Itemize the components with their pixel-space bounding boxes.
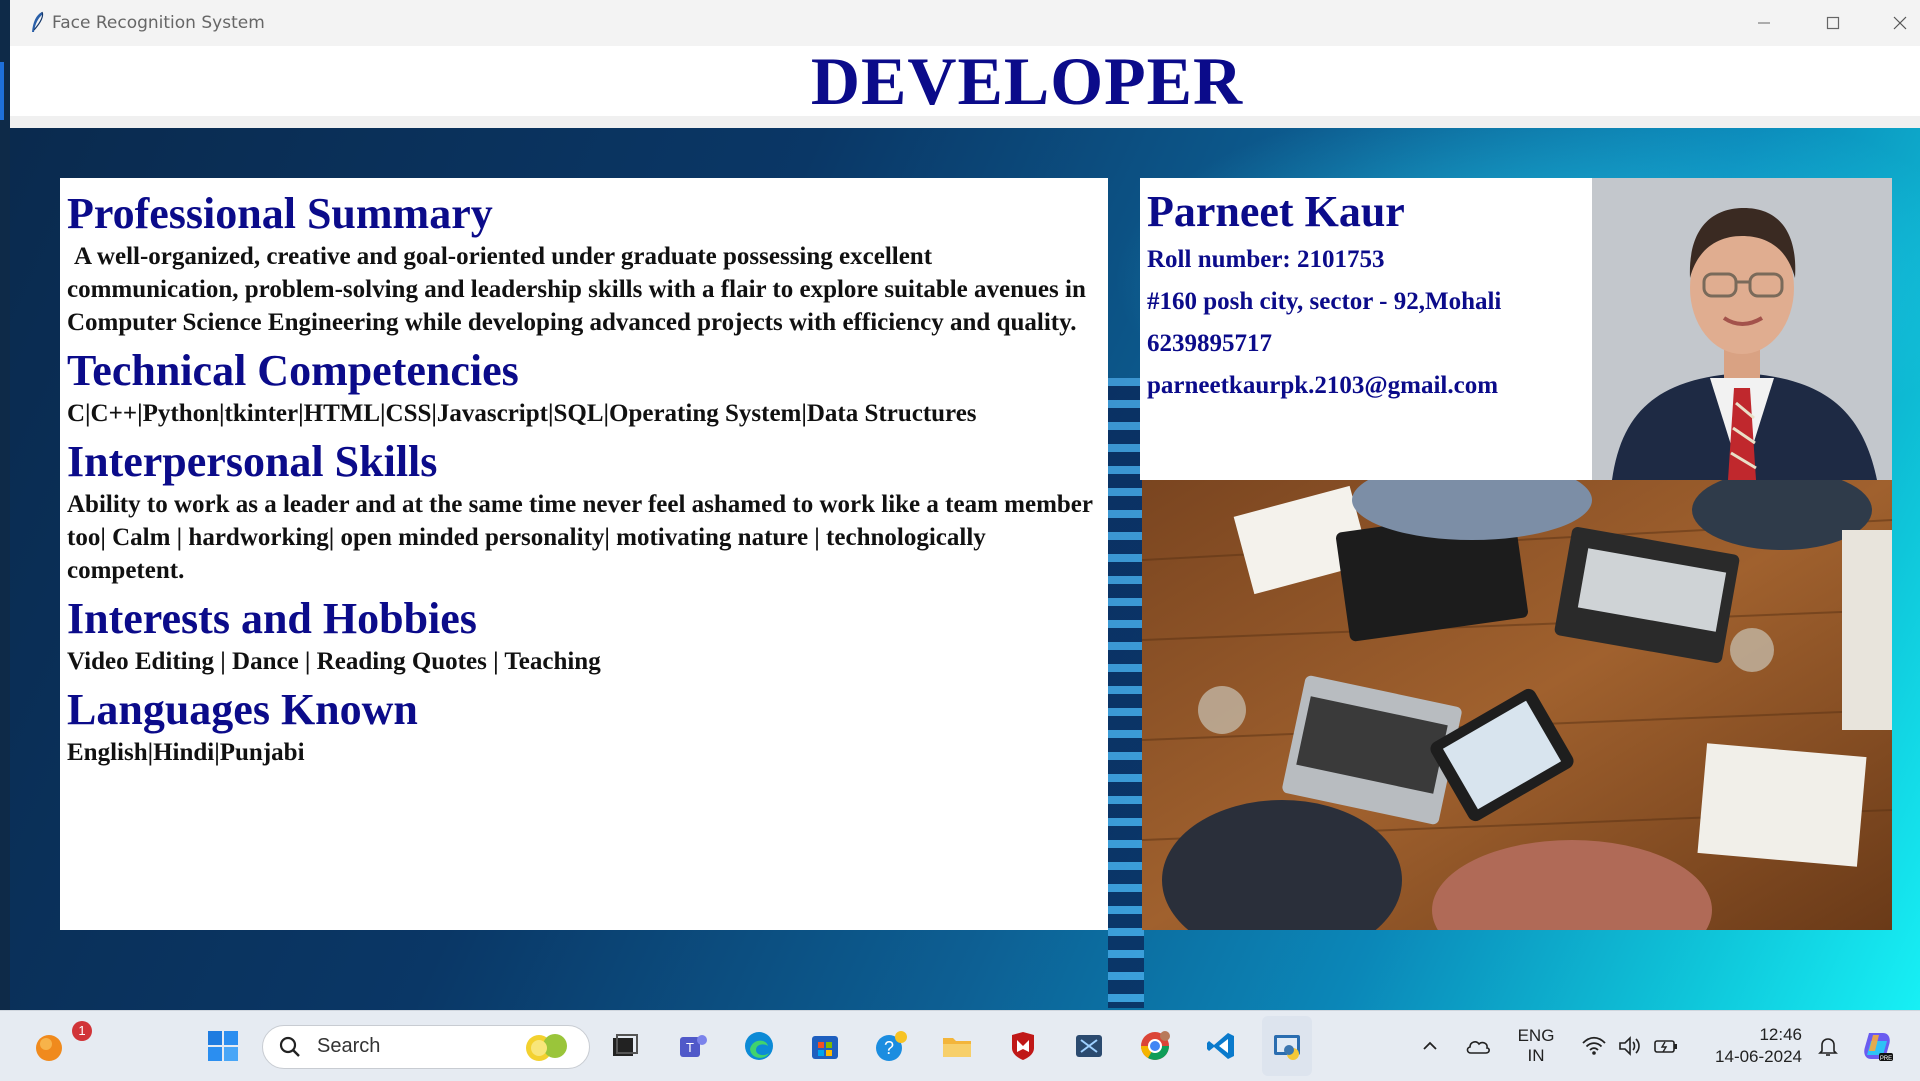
- task-view-icon: [613, 1034, 638, 1056]
- python-app-button[interactable]: [1262, 1016, 1312, 1076]
- page-header: DEVELOPER: [10, 46, 1920, 128]
- app-window: Face Recognition System DEVELOPER Profes…: [10, 0, 1920, 1010]
- section-body: C|C++|Python|tkinter|HTML|CSS|Javascript…: [67, 400, 977, 427]
- summary-panel: Professional Summary A well-organized, c…: [60, 178, 1108, 930]
- chevron-up-icon: [1423, 1041, 1437, 1050]
- battery-icon: [1654, 1040, 1677, 1053]
- section-title: Languages Known: [67, 685, 418, 734]
- python-app-icon: [1274, 1035, 1300, 1060]
- profile-address: #160 posh city, sector - 92,Mohali: [1147, 288, 1502, 315]
- windows-start-icon: [208, 1031, 238, 1061]
- window-title: Face Recognition System: [52, 13, 265, 33]
- clock-date: 14-06-2024: [1715, 1047, 1802, 1066]
- section-title: Professional Summary: [67, 189, 493, 238]
- desktop-edge: [0, 0, 10, 1010]
- bell-icon: [1818, 1038, 1838, 1056]
- copilot-button[interactable]: PRE: [1852, 1011, 1902, 1081]
- clock[interactable]: 12:46 14-06-2024: [1694, 1011, 1802, 1081]
- onedrive-button[interactable]: [1456, 1011, 1500, 1081]
- section-title: Interests and Hobbies: [67, 594, 477, 643]
- section-body: Ability to work as a leader and at the s…: [67, 491, 1093, 584]
- section-body: Video Editing | Dance | Reading Quotes |…: [67, 648, 601, 675]
- help-icon: ?: [876, 1031, 907, 1061]
- clock-time: 12:46: [1759, 1025, 1802, 1044]
- copilot-icon: PRE: [1864, 1033, 1893, 1062]
- edge-button[interactable]: [734, 1011, 784, 1081]
- file-explorer-button[interactable]: [932, 1011, 982, 1081]
- profile-email: parneetkaurpk.2103@gmail.com: [1147, 372, 1499, 399]
- close-button[interactable]: [1870, 0, 1920, 46]
- profile-card: Parneet Kaur Roll number: 2101753 #160 p…: [1140, 178, 1592, 480]
- weather-widget[interactable]: 1: [24, 1011, 92, 1081]
- teams-button[interactable]: T: [668, 1011, 718, 1081]
- svg-text:?: ?: [884, 1038, 894, 1058]
- mcafee-button[interactable]: [998, 1011, 1048, 1081]
- language-indicator[interactable]: ENG IN: [1508, 1011, 1564, 1081]
- snipping-tool-icon: [1076, 1035, 1102, 1057]
- svg-text:T: T: [686, 1040, 694, 1055]
- show-hidden-icons-button[interactable]: [1410, 1011, 1450, 1081]
- file-explorer-icon: [943, 1038, 971, 1057]
- vscode-button[interactable]: [1196, 1011, 1246, 1081]
- teams-icon: T: [680, 1035, 707, 1057]
- profile-name: Parneet Kaur: [1147, 187, 1405, 236]
- profile-roll: Roll number: 2101753: [1147, 246, 1385, 273]
- page-title: DEVELOPER: [810, 43, 1244, 119]
- lemon-icon: [526, 1034, 567, 1061]
- cloud-icon: [1466, 1041, 1490, 1054]
- background-image: Professional Summary A well-organized, c…: [10, 128, 1920, 1010]
- profile-photo: [1592, 178, 1892, 480]
- volume-icon: [1619, 1036, 1640, 1056]
- search-placeholder: Search: [317, 1035, 381, 1057]
- title-bar[interactable]: Face Recognition System: [10, 0, 1920, 46]
- close-icon: [1893, 16, 1907, 30]
- taskbar: 1 Search T ? ENG IN 12:46 14-06-2024 PRE: [0, 1010, 1920, 1081]
- feather-icon: [32, 11, 44, 32]
- maximize-icon: [1826, 16, 1840, 30]
- portrait-illustration: [1592, 178, 1892, 480]
- store-icon: [812, 1036, 838, 1059]
- notification-center-button[interactable]: [1808, 1011, 1848, 1081]
- lang-bottom: IN: [1527, 1046, 1545, 1065]
- search-input[interactable]: Search: [262, 1025, 590, 1069]
- desktop-edge-accent: [0, 62, 4, 120]
- notification-badge: 1: [72, 1021, 92, 1041]
- minimize-button[interactable]: [1734, 0, 1794, 46]
- search-icon: [279, 1036, 300, 1057]
- svg-text:PRE: PRE: [1880, 1056, 1892, 1062]
- mcafee-icon: [1012, 1032, 1034, 1060]
- chrome-icon: [1141, 1031, 1170, 1060]
- wifi-icon: [1582, 1036, 1606, 1055]
- lang-top: ENG: [1517, 1026, 1555, 1045]
- background-bars: [1108, 378, 1144, 1008]
- section-title: Technical Competencies: [67, 346, 519, 395]
- team-laptops-illustration: [1142, 480, 1892, 930]
- section-body: A well-organized, creative and goal-orie…: [67, 243, 1086, 336]
- minimize-icon: [1758, 22, 1770, 24]
- profile-phone: 6239895717: [1147, 330, 1272, 357]
- workspace-photo: [1142, 480, 1892, 930]
- summary-content: Professional Summary A well-organized, c…: [67, 188, 1103, 775]
- help-button[interactable]: ?: [866, 1011, 916, 1081]
- section-title: Interpersonal Skills: [67, 437, 438, 486]
- maximize-button[interactable]: [1803, 0, 1863, 46]
- quick-settings-button[interactable]: [1574, 1011, 1686, 1081]
- store-button[interactable]: [800, 1011, 850, 1081]
- start-button[interactable]: [198, 1011, 248, 1081]
- chrome-button[interactable]: [1130, 1011, 1180, 1081]
- edge-icon: [745, 1032, 773, 1060]
- snipping-tool-button[interactable]: [1064, 1011, 1114, 1081]
- weather-icon: [36, 1035, 62, 1061]
- task-view-button[interactable]: [600, 1011, 650, 1081]
- vscode-icon: [1207, 1033, 1234, 1059]
- section-body: English|Hindi|Punjabi: [67, 739, 305, 766]
